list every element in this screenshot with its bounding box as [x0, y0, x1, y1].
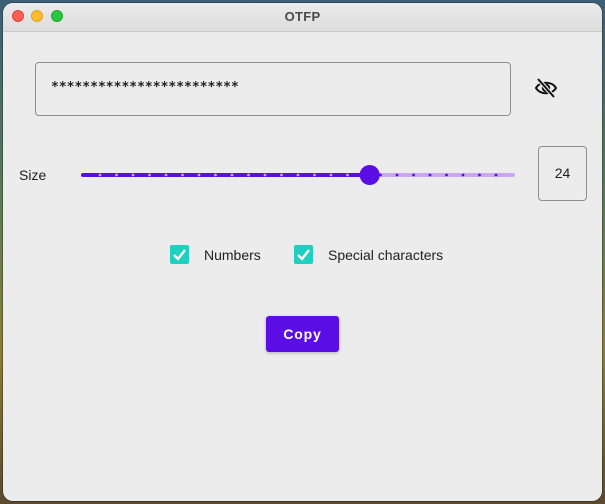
window-title: OTFP: [284, 9, 321, 24]
slider-tick: [197, 173, 201, 177]
slider-tick: [181, 173, 184, 177]
slider-tick: [115, 173, 118, 177]
slider-tick: [329, 173, 333, 177]
slider-tick: [478, 173, 481, 177]
slider-tick: [395, 173, 399, 177]
slider-tick: [280, 173, 283, 177]
checkmark-icon: [173, 249, 186, 261]
app-window: OTFP ************************ Size 24 Nu…: [3, 3, 602, 501]
slider-tick: [263, 173, 267, 177]
slider-tick: [445, 173, 448, 177]
slider-tick: [214, 173, 217, 177]
size-value-field[interactable]: 24: [538, 146, 587, 201]
slider-tick: [346, 173, 349, 177]
slider-tick: [313, 173, 316, 177]
size-label: Size: [19, 167, 47, 183]
eye-off-icon: [534, 77, 558, 99]
slider-tick: [296, 173, 300, 177]
slider-tick: [494, 173, 498, 177]
slider-tick: [164, 173, 168, 177]
password-field[interactable]: ************************: [35, 62, 511, 116]
numbers-label: Numbers: [204, 247, 261, 263]
toggle-visibility-button[interactable]: [532, 75, 560, 101]
checkmark-icon: [297, 249, 310, 261]
title-bar: OTFP: [3, 3, 602, 32]
slider-tick: [461, 173, 465, 177]
slider-thumb[interactable]: [359, 165, 380, 185]
size-slider[interactable]: [81, 161, 515, 189]
slider-tick: [131, 173, 135, 177]
special-characters-checkbox[interactable]: [294, 245, 313, 264]
slider-tick: [230, 173, 234, 177]
slider-tick: [98, 173, 102, 177]
slider-tick: [148, 173, 151, 177]
slider-tick: [428, 173, 432, 177]
slider-tick: [412, 173, 415, 177]
numbers-checkbox[interactable]: [170, 245, 189, 264]
special-characters-label: Special characters: [328, 247, 444, 263]
copy-button[interactable]: Copy: [266, 316, 339, 352]
slider-tick: [247, 173, 250, 177]
slider-track-active: [81, 173, 370, 177]
password-value: ************************: [51, 80, 239, 95]
